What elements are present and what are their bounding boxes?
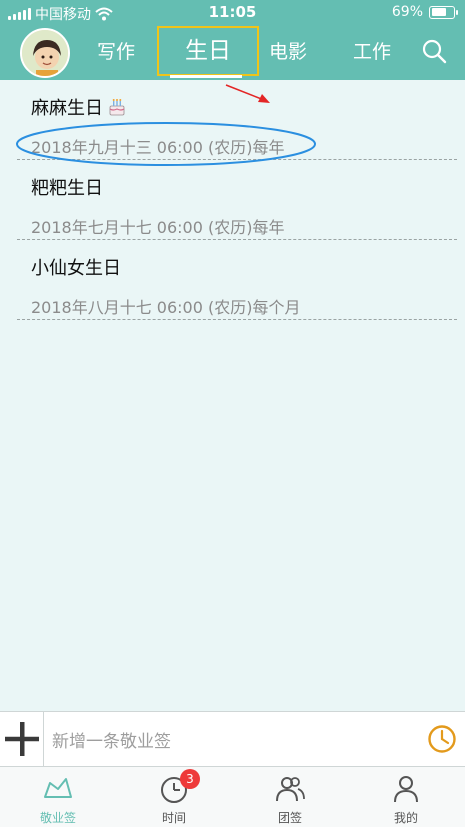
highlight-ellipse xyxy=(16,122,316,166)
tabbar-item-team[interactable]: 团签 xyxy=(250,767,330,827)
item-title: 麻麻生日 xyxy=(31,98,103,119)
app-header: 中国移动 11:05 69% 写作 生日 电影 工作 xyxy=(0,0,465,80)
avatar-image xyxy=(22,30,68,76)
birthday-cake-icon xyxy=(109,99,125,116)
tab-writing[interactable]: 写作 xyxy=(88,26,144,76)
tabbar-label: 团签 xyxy=(277,811,302,825)
active-tab-indicator xyxy=(170,75,242,78)
clock-icon[interactable] xyxy=(427,724,457,754)
profile-icon xyxy=(394,776,418,803)
search-icon[interactable] xyxy=(421,38,447,64)
add-button[interactable] xyxy=(0,712,44,766)
notification-badge: 3 xyxy=(180,769,200,789)
battery-icon xyxy=(429,5,458,19)
list-item[interactable]: 粑粑生日 2018年七月十七 06:00 (农历)每年 xyxy=(17,160,457,240)
item-title: 粑粑生日 xyxy=(31,178,103,199)
tabbar-label: 敬业签 xyxy=(39,811,76,825)
item-title: 小仙女生日 xyxy=(31,258,121,279)
tabbar-item-profile[interactable]: 我的 xyxy=(366,767,446,827)
item-detail: 2018年八月十七 06:00 (农历)每个月 xyxy=(31,298,301,317)
status-bar: 中国移动 11:05 69% xyxy=(0,0,465,24)
tab-birthday[interactable]: 生日 xyxy=(157,26,259,76)
bottom-tabbar: 敬业签 3 时间 团签 我的 xyxy=(0,767,465,827)
battery-percent: 69% xyxy=(391,4,423,20)
annotation-arrow xyxy=(225,84,270,103)
plus-icon xyxy=(5,722,39,756)
tabbar-item-time[interactable]: 3 时间 xyxy=(134,767,214,827)
group-icon xyxy=(276,777,305,802)
tab-movie[interactable]: 电影 xyxy=(260,26,316,76)
avatar[interactable] xyxy=(20,28,70,78)
tabbar-label: 我的 xyxy=(393,811,418,825)
note-icon xyxy=(44,778,72,798)
tabbar-label: 时间 xyxy=(161,811,186,825)
tabbar-item-notes[interactable]: 敬业签 xyxy=(18,767,98,827)
category-tabs: 写作 生日 电影 工作 xyxy=(80,26,465,80)
list-item[interactable]: 小仙女生日 2018年八月十七 06:00 (农历)每个月 xyxy=(17,240,457,320)
item-detail: 2018年七月十七 06:00 (农历)每年 xyxy=(31,218,285,237)
new-note-bar: 新增一条敬业签 xyxy=(0,711,465,767)
tab-work[interactable]: 工作 xyxy=(344,26,400,76)
new-note-input[interactable]: 新增一条敬业签 xyxy=(52,727,412,752)
